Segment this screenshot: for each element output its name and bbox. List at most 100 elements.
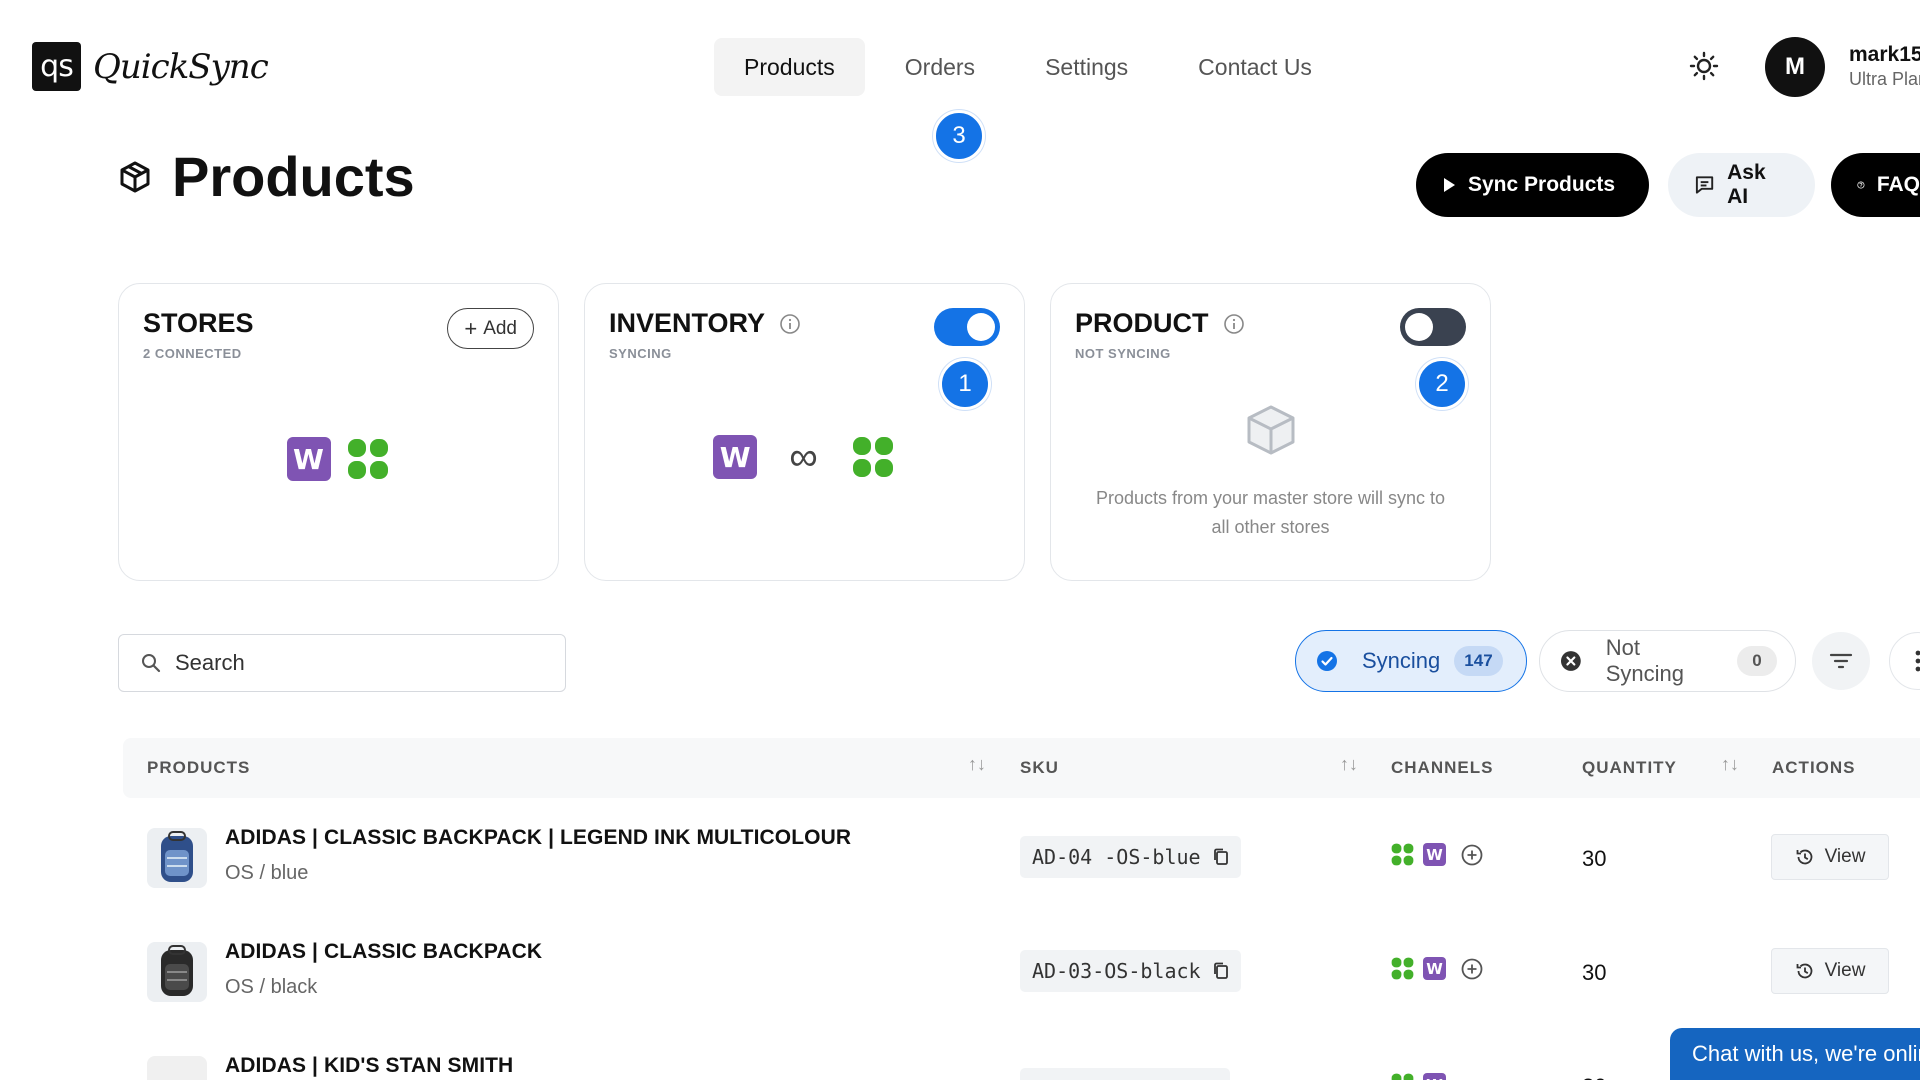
inventory-card-title-row: INVENTORY	[609, 308, 801, 339]
stores-card-subtitle: 2 CONNECTED	[143, 346, 242, 361]
user-info[interactable]: mark15 Ultra Plan	[1849, 43, 1920, 90]
quantity-value: 30	[1582, 1074, 1606, 1080]
add-store-label: Add	[483, 317, 517, 339]
view-history-button[interactable]: View	[1771, 834, 1889, 880]
annotation-marker-3: 3	[933, 110, 985, 162]
quantity-value: 30	[1582, 960, 1607, 985]
channels-list: W	[1390, 1072, 1446, 1080]
sync-products-button[interactable]: Sync Products	[1416, 153, 1649, 217]
copy-icon[interactable]	[1213, 848, 1229, 866]
nav-contact-us[interactable]: Contact Us	[1168, 38, 1342, 96]
user-avatar[interactable]: M	[1765, 37, 1825, 97]
nav-settings[interactable]: Settings	[1015, 38, 1158, 96]
view-label: View	[1824, 960, 1866, 981]
sort-quantity-icon[interactable]: ↑↓	[1721, 754, 1739, 775]
product-name[interactable]: ADIDAS | CLASSIC BACKPACK	[225, 940, 542, 964]
history-icon	[1796, 849, 1812, 865]
syncing-filter-chip[interactable]: Syncing 147	[1295, 630, 1527, 692]
clover-icon[interactable]	[1390, 1072, 1415, 1080]
ask-ai-label: Ask AI	[1727, 161, 1766, 208]
inventory-card-title: INVENTORY	[609, 308, 766, 338]
woocommerce-icon[interactable]: W	[286, 437, 331, 481]
product-variant: OS / blue	[225, 862, 309, 884]
info-icon[interactable]	[1223, 313, 1245, 335]
x-circle-icon	[1560, 651, 1581, 671]
chat-widget[interactable]: Chat with us, we're online	[1670, 1028, 1920, 1080]
sync-products-label: Sync Products	[1468, 173, 1616, 196]
theme-toggle-button[interactable]	[1686, 48, 1722, 84]
woocommerce-icon: W	[713, 435, 758, 479]
woocommerce-icon[interactable]: W	[1423, 843, 1446, 866]
nav-products[interactable]: Products	[714, 38, 865, 96]
search-icon	[142, 654, 161, 673]
connected-stores: W	[119, 436, 558, 482]
view-history-button[interactable]: View	[1771, 948, 1889, 994]
sku-value: AD-03-OS-black	[1032, 959, 1201, 983]
backpack-blue-image	[161, 831, 193, 882]
sku-value: AD-04 -OS-blue	[1032, 845, 1201, 869]
channels-list: W	[1390, 956, 1484, 981]
sku-field: AD-04 -OS-blue	[1020, 836, 1241, 878]
more-options-button[interactable]	[1889, 632, 1920, 690]
annotation-marker-2: 2	[1416, 358, 1468, 410]
product-card-subtitle: NOT SYNCING	[1075, 346, 1171, 361]
backpack-black-image	[161, 945, 193, 996]
plus-icon: +	[464, 315, 478, 341]
add-channel-icon[interactable]	[1460, 957, 1484, 981]
add-store-button[interactable]: + Add	[447, 308, 534, 349]
column-sku: SKU	[1020, 758, 1059, 777]
more-vertical-icon	[1915, 650, 1920, 672]
sku-field	[1020, 1068, 1230, 1080]
clover-icon	[852, 437, 893, 477]
page-title: Products	[172, 145, 415, 208]
table-row[interactable]: ADIDAS | KID'S STAN SMITH W 30	[123, 1026, 1920, 1080]
product-sync-toggle[interactable]	[1400, 308, 1466, 346]
column-quantity: QUANTITY	[1582, 758, 1677, 777]
copy-icon[interactable]	[1213, 962, 1229, 980]
check-circle-icon	[1317, 651, 1337, 671]
table-row[interactable]: ADIDAS | CLASSIC BACKPACK OS / black AD-…	[123, 912, 1920, 1026]
column-products: PRODUCTS	[147, 758, 251, 777]
inventory-sync-toggle[interactable]	[934, 308, 1000, 346]
product-card-title: PRODUCT	[1075, 308, 1209, 338]
nav-orders[interactable]: Orders	[875, 38, 1005, 96]
infinity-icon: ∞	[789, 434, 818, 479]
product-card: PRODUCT NOT SYNCING Products from your m…	[1050, 283, 1491, 581]
sort-products-icon[interactable]: ↑↓	[968, 754, 986, 775]
woocommerce-icon[interactable]: W	[1423, 1073, 1446, 1080]
product-thumbnail	[147, 828, 207, 888]
faq-button[interactable]: FAQ	[1831, 153, 1920, 217]
table-row[interactable]: ADIDAS | CLASSIC BACKPACK | LEGEND INK M…	[123, 798, 1920, 912]
app-logo[interactable]: qs QuickSync	[32, 42, 269, 91]
not-syncing-count-badge: 0	[1737, 646, 1777, 676]
add-channel-icon[interactable]	[1460, 843, 1484, 867]
inventory-sync-flow: W ∞	[585, 434, 1024, 480]
syncing-count-badge: 147	[1454, 646, 1503, 676]
sku-field: AD-03-OS-black	[1020, 950, 1241, 992]
product-name[interactable]: ADIDAS | KID'S STAN SMITH	[225, 1054, 513, 1078]
search-box[interactable]	[118, 634, 566, 692]
ask-ai-button[interactable]: Ask AI	[1668, 153, 1815, 217]
inventory-card-subtitle: SYNCING	[609, 346, 672, 361]
filter-button[interactable]	[1812, 632, 1870, 690]
clover-icon[interactable]	[1390, 842, 1415, 867]
product-variant: OS / black	[225, 976, 318, 998]
not-syncing-filter-chip[interactable]: Not Syncing 0	[1539, 630, 1796, 692]
filter-icon	[1829, 653, 1853, 669]
clover-icon[interactable]	[1390, 956, 1415, 981]
annotation-marker-1: 1	[939, 358, 991, 410]
column-channels: CHANNELS	[1391, 758, 1494, 777]
page-title-row: Products	[118, 144, 415, 209]
quantity-value: 30	[1582, 846, 1607, 871]
not-syncing-filter-label: Not Syncing	[1605, 635, 1685, 686]
toggle-knob	[1405, 313, 1433, 341]
product-sync-empty-text: Products from your master store will syn…	[1095, 488, 1446, 537]
info-icon[interactable]	[779, 313, 801, 335]
woocommerce-icon[interactable]: W	[1423, 957, 1446, 980]
product-name[interactable]: ADIDAS | CLASSIC BACKPACK | LEGEND INK M…	[225, 826, 851, 850]
sort-sku-icon[interactable]: ↑↓	[1340, 754, 1358, 775]
user-name: mark15	[1849, 43, 1920, 66]
inventory-card: INVENTORY SYNCING W ∞	[584, 283, 1025, 581]
clover-icon[interactable]	[345, 436, 391, 482]
search-input[interactable]	[175, 650, 535, 676]
